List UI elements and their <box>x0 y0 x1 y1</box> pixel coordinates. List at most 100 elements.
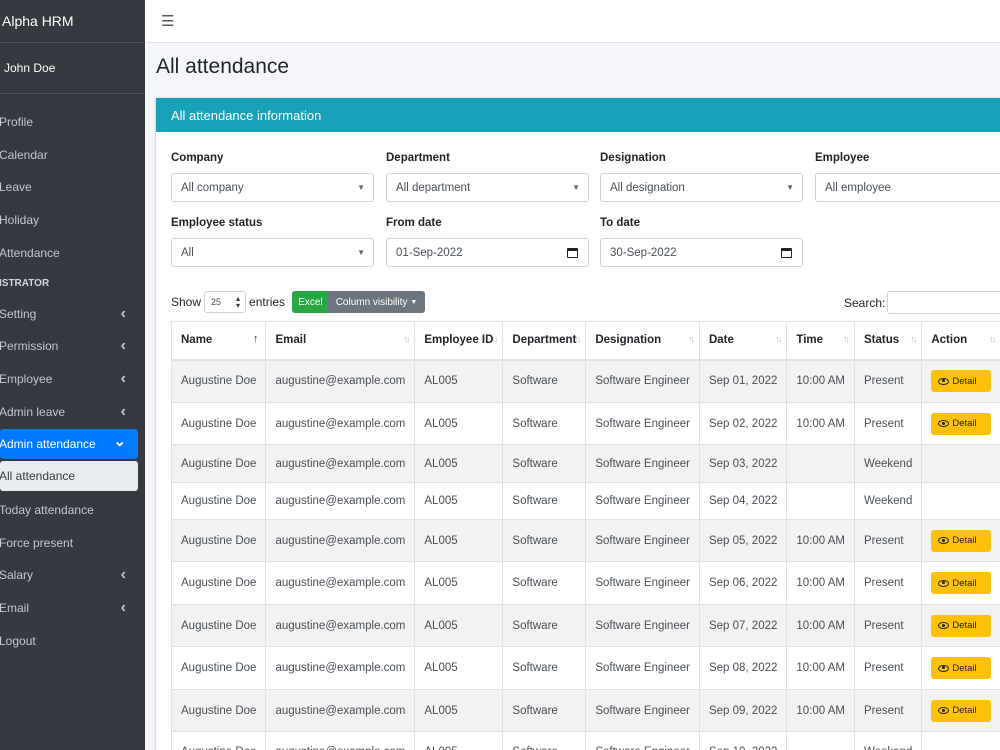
detail-label: Detail <box>952 620 977 631</box>
sidebar-item-employee[interactable]: Employee ‹ <box>0 364 138 394</box>
sidebar-item-leave[interactable]: Leave <box>0 172 138 202</box>
cell-time: 10:00 AM <box>786 646 855 690</box>
column-header-label: Email <box>275 334 307 347</box>
sidebar-item-istrator: ISTRATOR <box>0 273 138 293</box>
sidebar-item-salary[interactable]: Salary ‹ <box>0 560 138 590</box>
cell-action: Detail <box>921 561 1000 605</box>
cell-dept: Software <box>502 519 587 562</box>
sidebar-item-holiday[interactable]: Holiday <box>0 205 138 235</box>
table-row: Augustine Doeaugustine@example.comAL005S… <box>170 731 1000 750</box>
detail-button[interactable]: Detail <box>931 657 992 679</box>
sort-icon: ↑↓ <box>491 334 498 344</box>
cell-date: Sep 01, 2022 <box>698 359 788 403</box>
sort-icon: ↑↓ <box>403 334 410 344</box>
cell-time: 10:00 AM <box>786 561 855 605</box>
column-header-designation[interactable]: Designation ↑↓ <box>585 321 700 361</box>
sidebar-item-attendance[interactable]: Attendance <box>0 238 138 268</box>
excel-button[interactable]: Excel <box>292 291 329 313</box>
sidebar-item-today-attendance[interactable]: Today attendance <box>0 495 138 525</box>
cell-time <box>786 444 855 483</box>
table-row: Augustine Doeaugustine@example.comAL005S… <box>170 482 1000 520</box>
column-header-action[interactable]: Action ↑↓ <box>921 321 1000 361</box>
sidebar-item-permission[interactable]: Permission ‹ <box>0 331 138 361</box>
detail-button[interactable]: Detail <box>931 572 992 594</box>
cell-status: Present <box>853 519 923 562</box>
cell-desig: Software Engineer <box>585 482 700 520</box>
detail-button[interactable]: Detail <box>931 699 992 722</box>
cell-time: 10:00 AM <box>786 359 855 403</box>
cell-desig: Software Engineer <box>585 604 700 647</box>
cell-time <box>786 731 855 750</box>
designation-select[interactable]: All designation ▼ <box>600 173 803 202</box>
page-title: All attendance <box>156 55 290 78</box>
cell-name: Augustine Doe <box>170 359 267 403</box>
cell-desig: Software Engineer <box>585 646 700 690</box>
column-header-label: Action <box>931 334 968 347</box>
column-header-time[interactable]: Time ↑↓ <box>786 321 855 361</box>
column-header-email[interactable]: Email ↑↓ <box>265 321 416 361</box>
search-input[interactable] <box>887 291 1000 314</box>
user-name[interactable]: John Doe <box>0 43 145 94</box>
from-date-input[interactable]: 01-Sep-2022 <box>386 238 589 267</box>
calendar-icon[interactable] <box>781 247 792 258</box>
column-header-status[interactable]: Status ↑↓ <box>853 321 923 361</box>
sidebar-item-label: Setting <box>0 307 37 321</box>
cell-name: Augustine Doe <box>170 604 267 647</box>
cell-status: Present <box>853 359 923 403</box>
cell-date: Sep 06, 2022 <box>698 561 788 605</box>
brand-title[interactable]: Alpha HRM <box>0 0 145 43</box>
cell-name: Augustine Doe <box>170 402 267 445</box>
column-visibility-button[interactable]: Column visibility ▼ <box>328 291 425 313</box>
detail-button[interactable]: Detail <box>931 529 992 552</box>
sidebar-item-setting[interactable]: Setting ‹ <box>0 299 138 329</box>
sidebar-item-logout[interactable]: Logout <box>0 626 138 656</box>
column-header-department[interactable]: Department ↑↓ <box>502 321 587 361</box>
sidebar-item-profile[interactable]: Profile <box>0 107 138 137</box>
employee-select[interactable]: All employee <box>815 173 1000 202</box>
sidebar-item-calendar[interactable]: Calendar <box>0 140 138 170</box>
column-header-name[interactable]: Name ↑ <box>170 321 267 361</box>
table-row: Augustine Doeaugustine@example.comAL005S… <box>170 444 1000 483</box>
caret-down-icon: ▼ <box>786 183 794 192</box>
cell-action: Detail <box>921 689 1000 732</box>
department-select[interactable]: All department ▼ <box>386 173 589 202</box>
cell-name: Augustine Doe <box>170 561 267 605</box>
cell-email: augustine@example.com <box>265 402 416 445</box>
sidebar-item-email[interactable]: Email ‹ <box>0 593 138 623</box>
cell-status: Present <box>853 604 923 647</box>
sort-icon: ↑↓ <box>989 334 996 344</box>
detail-label: Detail <box>952 577 977 589</box>
caret-down-icon: ▼ <box>357 248 365 257</box>
cell-email: augustine@example.com <box>265 561 416 605</box>
detail-button[interactable]: Detail <box>931 614 992 637</box>
detail-button[interactable]: Detail <box>931 370 992 393</box>
designation-label: Designation <box>600 152 666 164</box>
employee-status-select[interactable]: All ▼ <box>171 238 374 267</box>
cell-email: augustine@example.com <box>265 444 416 483</box>
sidebar-item-admin-leave[interactable]: Admin leave ‹ <box>0 397 138 427</box>
sidebar-item-force-present[interactable]: Force present <box>0 528 138 558</box>
attendance-table: Name ↑ Email ↑↓ Employee ID ↑↓ Department ↑↓ Des… <box>170 321 1000 750</box>
cell-action: Detail <box>921 519 1000 562</box>
cell-id: AL005 <box>414 359 504 403</box>
sort-icon: ↑↓ <box>687 334 695 344</box>
sort-icon: ↑↓ <box>842 334 850 344</box>
sidebar-item-admin-attendance[interactable]: Admin attendance ⌄ <box>0 429 138 459</box>
column-header-employee-id[interactable]: Employee ID ↑↓ <box>414 321 504 361</box>
sidebar-item-label: Profile <box>0 115 34 129</box>
cell-id: AL005 <box>414 689 504 732</box>
entries-select[interactable]: 25 ▴ ▾ <box>204 291 247 313</box>
sidebar-item-all-attendance[interactable]: All attendance <box>0 461 138 491</box>
hamburger-menu-icon[interactable]: ☰ <box>161 12 174 30</box>
detail-button[interactable]: Detail <box>931 412 992 435</box>
company-select[interactable]: All company ▼ <box>171 173 374 202</box>
column-header-date[interactable]: Date ↑↓ <box>698 321 788 361</box>
calendar-icon[interactable] <box>567 247 578 258</box>
cell-dept: Software <box>502 482 587 520</box>
cell-dept: Software <box>502 731 587 750</box>
to-date-input[interactable]: 30-Sep-2022 <box>600 238 803 267</box>
company-label: Company <box>171 152 224 164</box>
cell-status: Present <box>853 402 923 445</box>
caret-down-icon: ▼ <box>572 183 580 192</box>
sidebar-item-label: Calendar <box>0 148 48 162</box>
